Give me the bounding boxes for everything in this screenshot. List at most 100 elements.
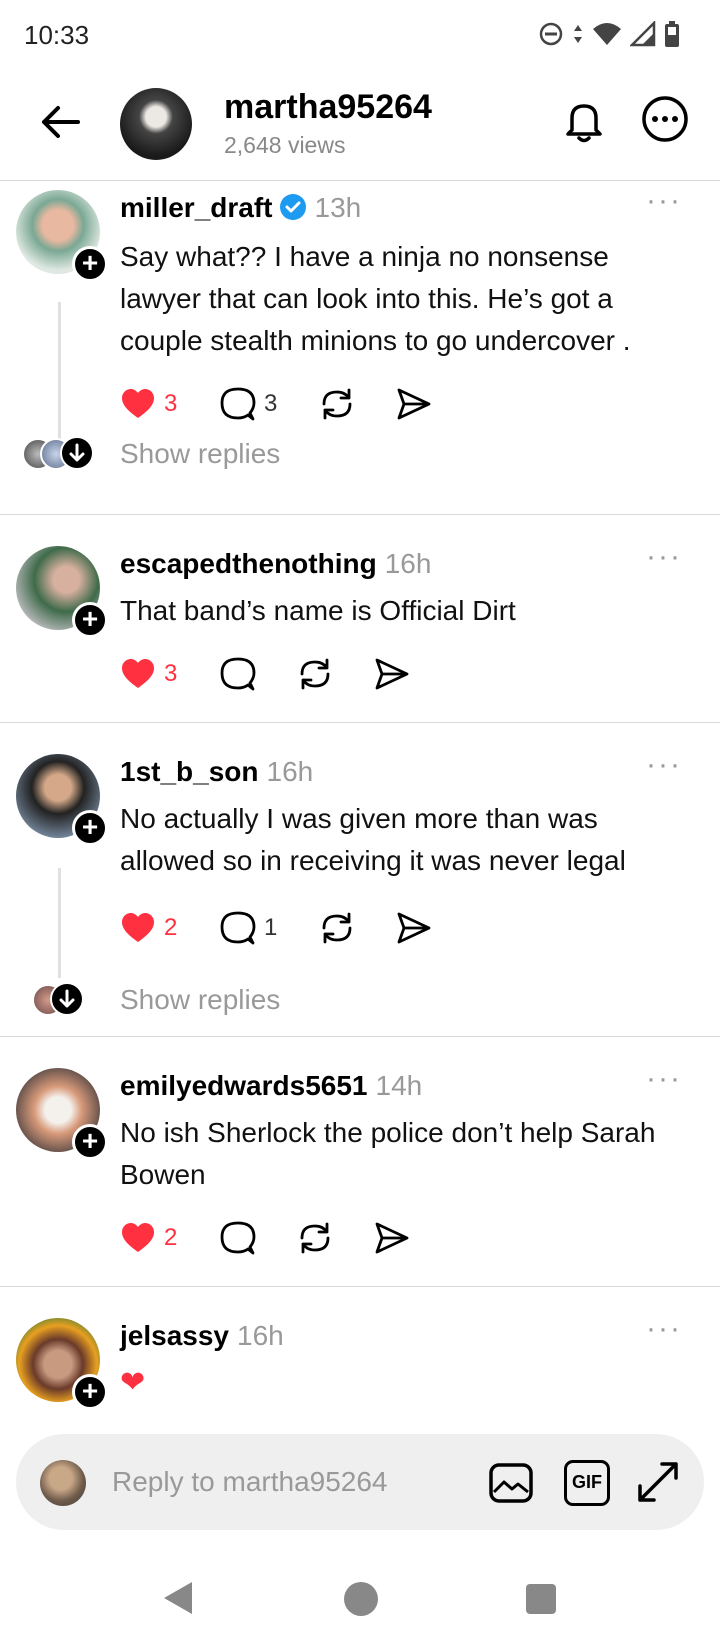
system-nav-bar xyxy=(0,1560,720,1650)
nav-back-icon[interactable] xyxy=(162,1580,196,1616)
like-count: 3 xyxy=(164,390,178,417)
share-button[interactable] xyxy=(396,384,432,424)
username-text[interactable]: miller_draft xyxy=(120,192,273,223)
heart-filled-icon xyxy=(122,389,154,418)
post-divider xyxy=(0,1036,720,1037)
post-more-icon[interactable]: ··· xyxy=(646,1062,682,1096)
post-divider xyxy=(0,1286,720,1287)
post-text: No ish Sherlock the police don’t help Sa… xyxy=(120,1117,656,1190)
more-options-icon[interactable] xyxy=(640,94,690,144)
reply-composer[interactable]: Reply to martha95264 GIF xyxy=(16,1434,704,1530)
post-username[interactable]: 1st_b_son 16h xyxy=(120,756,313,788)
post-username[interactable]: miller_draft 13h xyxy=(120,192,361,224)
post-divider xyxy=(0,514,720,515)
my-avatar xyxy=(40,1460,86,1506)
like-button[interactable]: 2 xyxy=(120,908,177,948)
cell-signal-icon xyxy=(630,21,656,47)
repost-icon xyxy=(300,658,330,690)
follow-plus-button[interactable]: + xyxy=(72,602,108,638)
post-item: + miller_draft 13h ··· Say what?? I have … xyxy=(0,182,720,522)
post-text: No actually I was given more than was al… xyxy=(120,803,626,876)
show-replies-link[interactable]: Show replies xyxy=(120,438,280,470)
repost-button[interactable] xyxy=(318,384,356,424)
repost-button[interactable] xyxy=(318,908,356,948)
share-button[interactable] xyxy=(374,1218,410,1258)
follow-plus-button[interactable]: + xyxy=(72,810,108,846)
show-replies-link[interactable]: Show replies xyxy=(120,984,280,1016)
share-button[interactable] xyxy=(374,654,410,694)
username-text[interactable]: 1st_b_son xyxy=(120,756,259,787)
like-count: 2 xyxy=(164,914,178,941)
header-divider xyxy=(0,180,720,181)
like-button[interactable]: 3 xyxy=(120,384,177,424)
expand-icon[interactable] xyxy=(634,1458,682,1506)
heart-filled-icon xyxy=(122,659,154,688)
repost-icon xyxy=(322,912,352,944)
comment-button[interactable] xyxy=(220,1218,256,1258)
post-item: + escapedthenothing 16h ··· That band’s n… xyxy=(0,520,720,720)
reply-count: 3 xyxy=(264,390,278,417)
repost-button[interactable] xyxy=(296,654,334,694)
comment-icon xyxy=(220,911,256,945)
follow-plus-button[interactable]: + xyxy=(72,1374,108,1410)
bell-icon[interactable] xyxy=(560,96,608,144)
verified-badge-icon xyxy=(279,194,306,220)
back-arrow-icon[interactable] xyxy=(36,98,84,146)
like-button[interactable]: 2 xyxy=(120,1218,177,1258)
post-text: ❤ xyxy=(120,1366,146,1399)
comment-icon xyxy=(220,657,256,691)
expand-replies-icon[interactable] xyxy=(50,982,84,1016)
comment-button[interactable]: 1 xyxy=(220,908,277,948)
like-count: 2 xyxy=(164,1224,178,1251)
post-item: + 1st_b_son 16h ··· No actually I was giv… xyxy=(0,728,720,1038)
post-item: + emilyedwards5651 14h ··· No ish Sherloc… xyxy=(0,1042,720,1282)
thread-line xyxy=(58,868,61,978)
post-username[interactable]: escapedthenothing 16h xyxy=(120,548,431,580)
send-icon xyxy=(397,388,431,420)
post-username[interactable]: emilyedwards5651 14h xyxy=(120,1070,422,1102)
follow-plus-button[interactable]: + xyxy=(72,1124,108,1160)
heart-filled-icon xyxy=(122,913,154,942)
gif-button[interactable]: GIF xyxy=(564,1460,610,1506)
username-text[interactable]: escapedthenothing xyxy=(120,548,377,579)
comment-icon xyxy=(220,1221,256,1255)
post-more-icon[interactable]: ··· xyxy=(646,540,682,574)
post-time: 16h xyxy=(237,1320,284,1351)
comment-button[interactable] xyxy=(220,654,256,694)
status-bar: 10:33 xyxy=(0,0,720,70)
repost-icon xyxy=(322,388,352,420)
expand-replies-icon[interactable] xyxy=(60,436,94,470)
post-more-icon[interactable]: ··· xyxy=(646,748,682,782)
reply-count: 1 xyxy=(264,914,278,941)
do-not-disturb-icon xyxy=(539,22,563,46)
thread-line xyxy=(58,302,61,442)
username-text[interactable]: jelsassy xyxy=(120,1320,229,1351)
post-more-icon[interactable]: ··· xyxy=(646,184,682,218)
repost-button[interactable] xyxy=(296,1218,334,1258)
send-icon xyxy=(375,1222,409,1254)
nav-home-icon[interactable] xyxy=(344,1582,378,1616)
heart-filled-icon xyxy=(122,1223,154,1252)
share-button[interactable] xyxy=(396,908,432,948)
like-button[interactable]: 3 xyxy=(120,654,177,694)
reply-input[interactable]: Reply to martha95264 xyxy=(112,1466,388,1498)
header-views: 2,648 views xyxy=(224,132,346,158)
post-text: Say what?? I have a ninja no nonsense la… xyxy=(120,241,631,356)
post-time: 16h xyxy=(384,548,432,579)
status-time: 10:33 xyxy=(24,20,90,50)
header-avatar[interactable] xyxy=(120,88,192,160)
username-text[interactable]: emilyedwards5651 xyxy=(120,1070,368,1101)
repost-icon xyxy=(300,1222,330,1254)
post-divider xyxy=(0,722,720,723)
nav-recents-icon[interactable] xyxy=(526,1584,556,1614)
image-icon[interactable] xyxy=(488,1460,534,1506)
wifi-icon xyxy=(593,23,621,45)
post-time: 16h xyxy=(266,756,314,787)
thread-header: martha95264 2,648 views xyxy=(0,76,720,176)
post-more-icon[interactable]: ··· xyxy=(646,1312,682,1346)
follow-plus-button[interactable]: + xyxy=(72,246,108,282)
comment-button[interactable]: 3 xyxy=(220,384,277,424)
post-username[interactable]: jelsassy 16h xyxy=(120,1320,284,1352)
data-arrows-icon xyxy=(574,25,582,43)
header-username[interactable]: martha95264 xyxy=(224,88,432,127)
